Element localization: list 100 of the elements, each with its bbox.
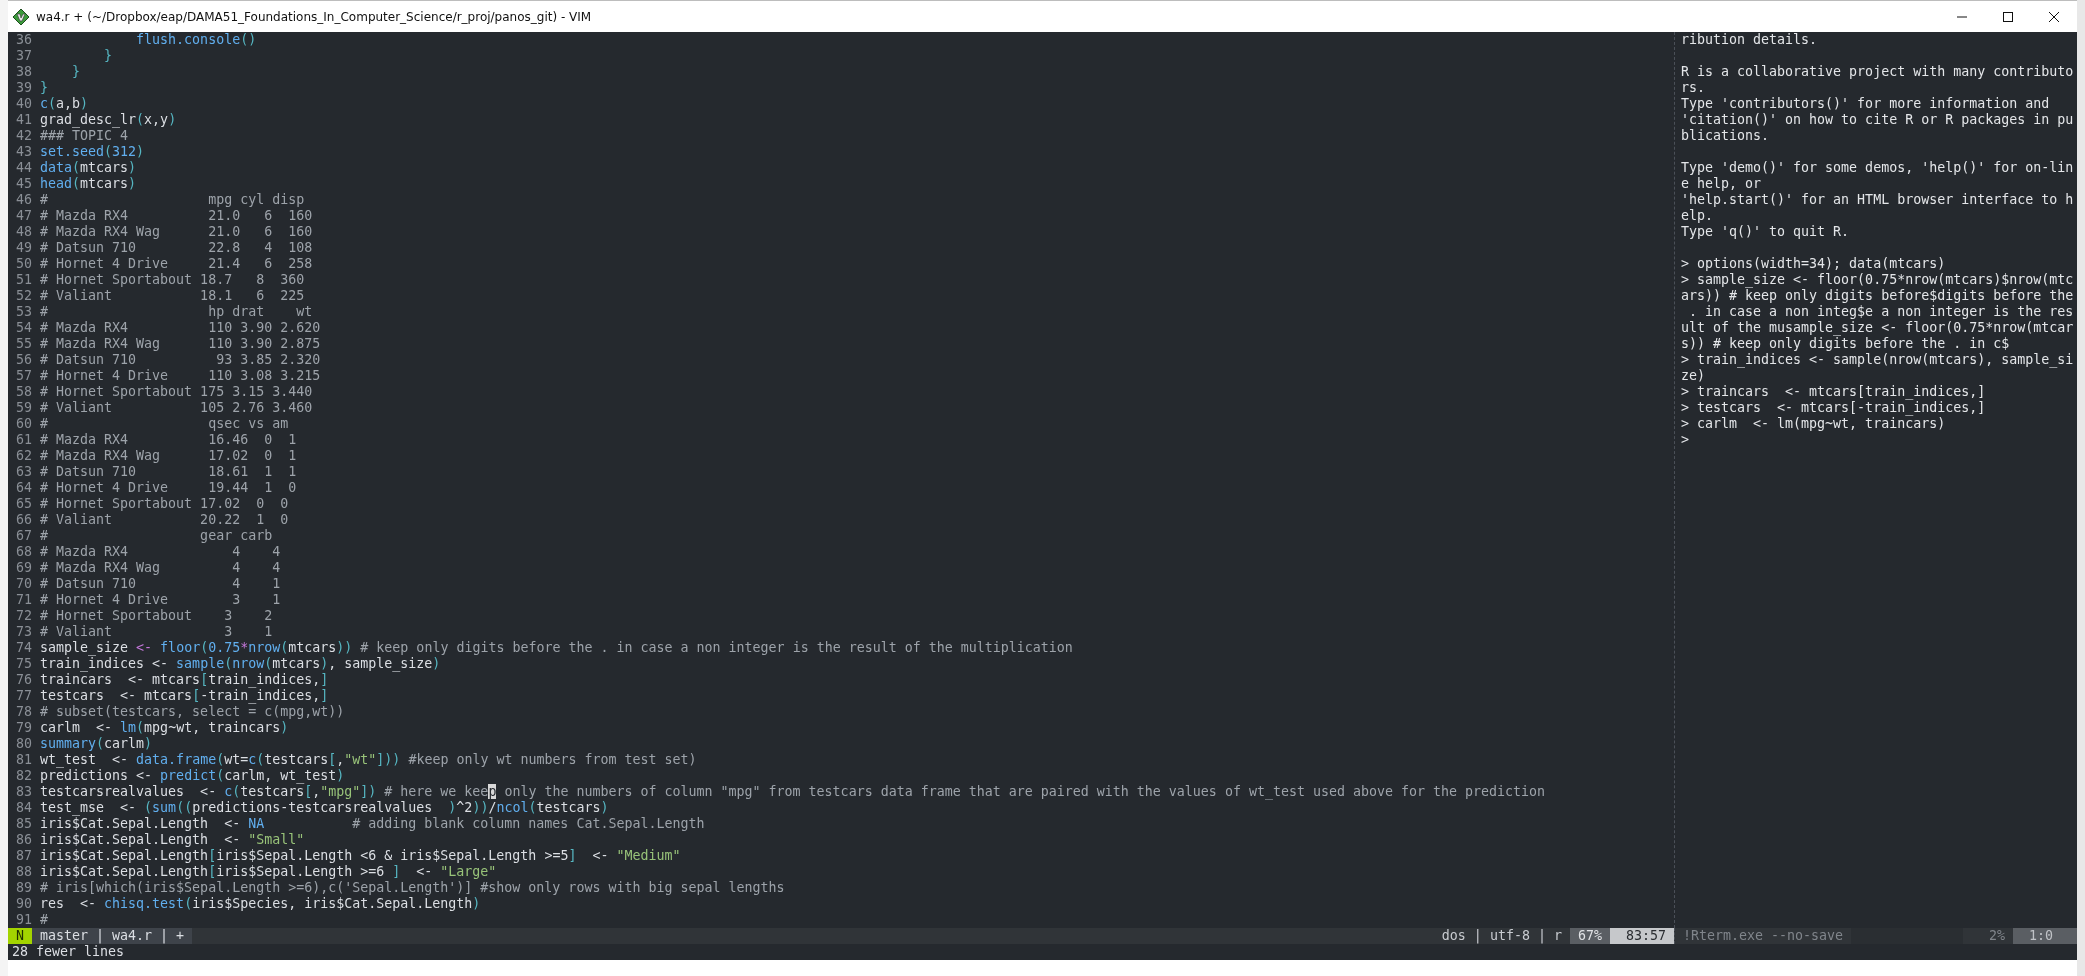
console-line: Type 'contributors()' for more information and [1681,96,2051,112]
code-line: testcars <- mtcars[-train_indices,] [40,688,329,704]
code-line: traincars <- mtcars[train_indices,] [40,672,329,688]
console-line: 'help.start()' for an HTML browser interface to h [1681,192,2075,208]
line-number: 69 [15,560,32,576]
code-line: wt_test <- data.frame(wt=c(testcars[,"wt"])) #keep only wt numbers from test set) [40,752,697,768]
line-number: 53 [15,304,32,320]
line-number: 58 [15,384,32,400]
code-line: iris$Cat.Sepal.Length <- NA # adding blank column names Cat.Sepal.Length [40,816,705,832]
line-number: 48 [15,224,32,240]
code-line: iris$Cat.Sepal.Length[iris$Sepal.Length <6 & iris$Sepal.Length >=5] <- "Medium" [40,848,681,864]
code-line: # mpg cyl disp [40,192,305,208]
console-line: e help, or [1681,176,1763,192]
line-number: 56 [15,352,32,368]
console-line: . in case a non integ$e a non integer is the res [1688,304,2075,320]
code-line: # Mazda RX4 Wag 17.02 0 1 [40,448,297,464]
line-number: 46 [15,192,32,208]
line-number: 49 [15,240,32,256]
console-line: s)) # keep only digits before the . in c$ [1681,336,2011,352]
code-line: # [40,912,49,928]
line-number: 63 [15,464,32,480]
console-line: Type 'q()' to quit R. [1681,224,1851,240]
code-line: iris$Cat.Sepal.Length[iris$Sepal.Length >=6 ] <- "Large" [40,864,497,880]
code-line: # Hornet Sportabout 175 3.15 3.440 [40,384,313,400]
code-line: test_mse <- (sum((predictions-testcarsrealvalues )^2))/ncol(testcars) [40,800,609,816]
line-number: 52 [15,288,32,304]
line-number: 55 [15,336,32,352]
line-number: 47 [15,208,32,224]
console-line: ribution details. [1681,32,1819,48]
line-number: 57 [15,368,32,384]
line-number: 59 [15,400,32,416]
code-line: # subset(testcars, select = c(mpg,wt)) [40,704,345,720]
branch-file-status: master | wa4.r | + [32,928,193,944]
line-number: 64 [15,480,32,496]
code-line: # Hornet Sportabout 17.02 0 0 [40,496,289,512]
code-line: c(a,b) [40,96,89,112]
code-line: carlm <- lm(mpg~wt, traincars) [40,720,289,736]
app-icon [12,7,30,26]
code-line: # Datsun 710 18.61 1 1 [40,464,297,480]
line-number: 89 [15,880,32,896]
line-number: 45 [15,176,32,192]
line-number: 68 [15,544,32,560]
code-line: # Hornet Sportabout 18.7 8 360 [40,272,305,288]
console-line: > options(width=34); data(mtcars) [1681,256,1947,272]
code-line: # Mazda RX4 16.46 0 1 [40,432,297,448]
window-title: wa4.r + (~/Dropbox/eap/DAMA51_Foundations_In_Computer_Science/r_proj/panos_git) - VIM [36,9,592,24]
line-number: 54 [15,320,32,336]
code-line: # hp drat wt [40,304,313,320]
code-line: # Mazda RX4 Wag 110 3.90 2.875 [40,336,321,352]
code-line: } [40,80,49,96]
line-number: 36 [15,32,32,48]
line-number: 86 [15,832,32,848]
line-number: 85 [15,816,32,832]
position-status: 83:57 [1609,928,1674,944]
line-number: 83 [15,784,32,800]
console-line: R is a collaborative project with many contributo [1681,64,2075,80]
code-line: train_indices <- sample(nrow(mtcars), sample_size) [40,656,441,672]
console-line: Type 'demo()' for some demos, 'help()' for on-lin [1681,160,2075,176]
console-line: rs. [1681,80,1707,96]
line-number: 70 [15,576,32,592]
console-line: > carlm <- lm(mpg~wt, traincars) [1681,416,1947,432]
code-line: # gear carb [40,528,273,544]
line-number: 82 [15,768,32,784]
code-line: # Hornet 4 Drive 21.4 6 258 [40,256,313,272]
console-line: > testcars <- mtcars[-train_indices,] [1681,400,1987,416]
console-line: blications. [1681,128,1771,144]
line-number: 51 [15,272,32,288]
line-number: 74 [15,640,32,656]
console-title-status: !Rterm.exe --no-save [1682,928,1845,944]
line-number: 79 [15,720,32,736]
console-line: > traincars <- mtcars[train_indices,] [1681,384,1987,400]
code-line: testcarsrealvalues <- c(testcars[,"mpg"]) # here we keep only the numbers of column "mpg" from testcars data frame that are paired with the values of wt_test used above for the prediction [40,784,1546,800]
code-line: # Datsun 710 4 1 [40,576,281,592]
line-number: 77 [15,688,32,704]
code-line: iris$Cat.Sepal.Length <- "Small" [40,832,305,848]
close-icon [2048,10,2060,23]
line-number: 66 [15,512,32,528]
line-number: 84 [15,800,32,816]
console-percent-status: 2% [1987,928,2006,944]
console-line: > train_indices <- sample(nrow(mtcars), sample_si [1681,352,2075,368]
console-line: > [1681,432,1690,448]
code-line: res <- chisq.test(iris$Species, iris$Cat.Sepal.Length) [40,896,481,912]
line-number: 61 [15,432,32,448]
code-line: # qsec vs am [40,416,289,432]
line-number: 65 [15,496,32,512]
line-number: 80 [15,736,32,752]
line-number: 39 [15,80,32,96]
console-position-status: 1:0 [2012,928,2077,944]
console-line: > sample_size <- floor(0.75*nrow(mtcars)$nrow(mtc [1681,272,2075,288]
line-number: 67 [15,528,32,544]
line-number: 71 [15,592,32,608]
code-line: # Datsun 710 93 3.85 2.320 [40,352,321,368]
code-line: # Hornet 4 Drive 19.44 1 0 [40,480,297,496]
code-line: # Valiant 105 2.76 3.460 [40,400,313,416]
line-number: 38 [15,64,32,80]
file-info-status: dos | utf-8 | r [1440,928,1563,944]
code-line: data(mtcars) [40,160,137,176]
code-line: # Hornet Sportabout 3 2 [40,608,273,624]
code-line: sample_size <- floor(0.75*nrow(mtcars)) # keep only digits before the . in case a non integer is the result of the multiplication [40,640,1073,656]
code-line: head(mtcars) [40,176,137,192]
